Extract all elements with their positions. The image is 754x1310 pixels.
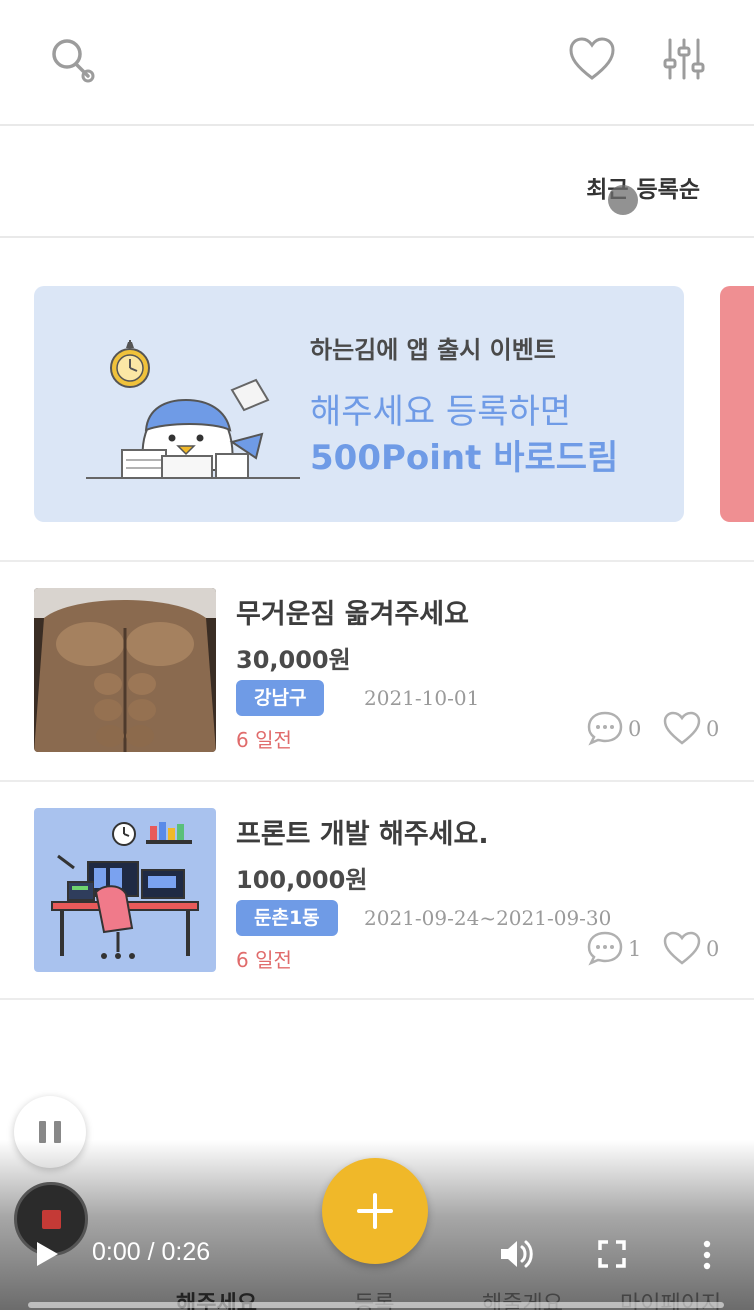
banner-headline-2: 500Point 바로드림: [310, 438, 619, 478]
banner-subtitle: 하는김에 앱 출시 이벤트: [310, 336, 556, 364]
post-date: 2021-10-01: [364, 686, 480, 710]
posted-ago: 6 일전: [236, 948, 292, 972]
play-icon[interactable]: [34, 1240, 60, 1268]
post-thumbnail: [34, 808, 216, 972]
region-badge: 강남구: [236, 680, 325, 716]
post-item[interactable]: 무거운짐 옮겨주세요 30,000원 강남구 2021-10-01 6 일전 0…: [0, 562, 754, 780]
event-banner[interactable]: 하는김에 앱 출시 이벤트 해주세요 등록하면 500Point 바로드림: [34, 286, 684, 522]
plus-icon: [357, 1193, 393, 1229]
top-app-bar: [0, 0, 754, 126]
post-title: 프론트 개발 해주세요.: [236, 819, 489, 850]
like-heart-icon[interactable]: [662, 930, 702, 966]
next-banner-peek[interactable]: [720, 286, 754, 522]
comment-count: 1: [628, 937, 642, 961]
mascot-illustration: [86, 340, 300, 479]
fullscreen-icon[interactable]: [598, 1240, 626, 1268]
volume-icon[interactable]: [498, 1236, 536, 1272]
post-title: 무거운짐 옮겨주세요: [236, 599, 469, 630]
banner-headline-1: 해주세요 등록하면: [310, 392, 572, 432]
post-price: 30,000원: [236, 646, 351, 674]
post-price: 100,000원: [236, 866, 368, 894]
posted-ago: 6 일전: [236, 728, 292, 752]
video-time: 0:00 / 0:26: [92, 1238, 211, 1266]
post-date: 2021-09-24~2021-09-30: [364, 906, 612, 930]
comment-icon: [587, 711, 623, 746]
like-count: 0: [706, 937, 720, 961]
comment-count: 0: [628, 717, 642, 741]
search-icon[interactable]: [48, 36, 96, 84]
list-divider: [0, 998, 754, 1000]
like-count: 0: [706, 717, 720, 741]
post-thumbnail: [34, 588, 216, 752]
touch-indicator: [608, 185, 638, 215]
region-badge: 둔촌1동: [236, 900, 338, 936]
heart-icon[interactable]: [568, 36, 616, 82]
comment-icon: [587, 931, 623, 966]
sort-bar: 최근 등록순: [0, 128, 754, 238]
more-options-icon[interactable]: [700, 1240, 714, 1270]
video-progress-bar[interactable]: [28, 1302, 724, 1308]
post-item[interactable]: 프론트 개발 해주세요. 100,000원 둔촌1동 2021-09-24~20…: [0, 782, 754, 1000]
like-heart-icon[interactable]: [662, 710, 702, 746]
filter-icon[interactable]: [662, 36, 706, 82]
sort-dropdown[interactable]: 최근 등록순: [586, 170, 700, 204]
